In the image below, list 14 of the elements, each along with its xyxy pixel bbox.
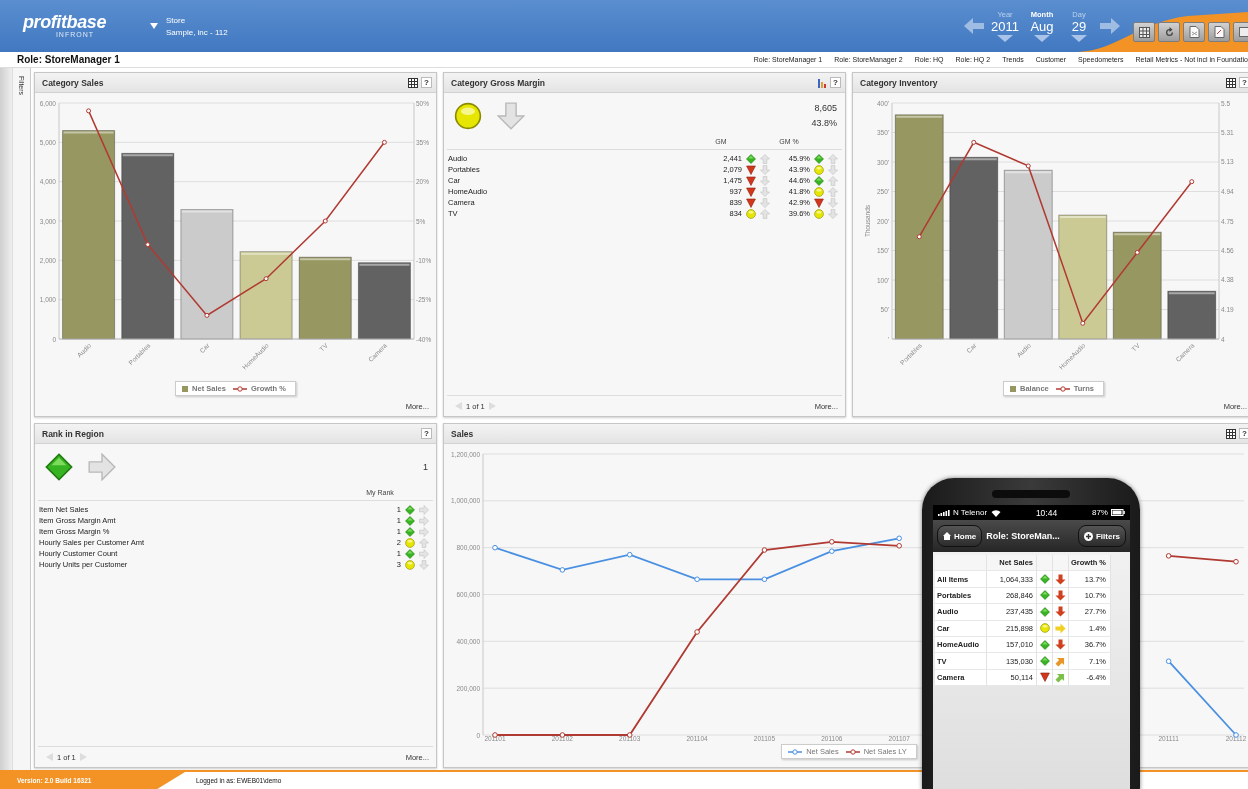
carrier-label: N Telenor	[953, 508, 988, 517]
clock-label: 10:44	[1035, 507, 1058, 518]
panel-title: Category Inventory	[860, 77, 938, 88]
summary-value: 43.8%	[811, 118, 837, 128]
logo-text: profitbase	[23, 14, 106, 31]
panel-title: Category Sales	[42, 77, 104, 88]
panel-title: Sales	[451, 428, 474, 439]
screen-title: Role: StoreMan...	[986, 531, 1061, 541]
panel-title: Rank in Region	[42, 428, 104, 439]
page-title: Role: StoreManager 1	[17, 54, 120, 65]
summary-value: 8,605	[814, 103, 837, 113]
battery-label: 87%	[1091, 508, 1108, 517]
summary-value: 1	[423, 461, 428, 472]
panel-title: Category Gross Margin	[451, 77, 545, 88]
